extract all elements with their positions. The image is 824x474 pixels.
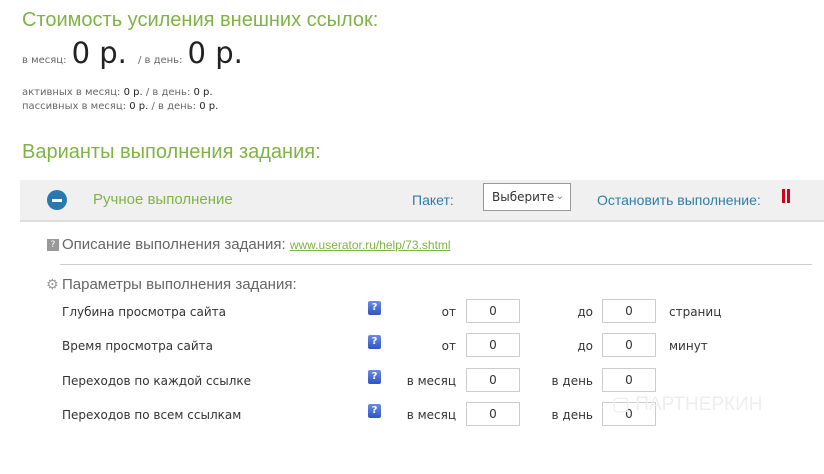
- param-label: Глубина просмотра сайта: [62, 305, 226, 319]
- from-label: в месяц: [406, 374, 456, 388]
- chevron-down-icon: ⌄: [555, 191, 564, 202]
- day-value: 0 р.: [187, 36, 243, 70]
- param-label: Время просмотра сайта: [62, 339, 213, 353]
- from-input[interactable]: 0: [466, 368, 520, 392]
- unit-label: минут: [669, 339, 708, 353]
- month-label: в месяц:: [22, 55, 67, 66]
- help-link[interactable]: www.userator.ru/help/73.shtml: [290, 238, 451, 252]
- from-label: в месяц: [406, 408, 456, 422]
- from-label: от: [441, 305, 456, 319]
- cost-title: Стоимость усиления внешних ссылок:: [22, 9, 379, 31]
- description-label: Описание выполнения задания: www.userato…: [62, 236, 451, 253]
- to-label: в день: [551, 408, 593, 422]
- param-label: Переходов по всем ссылкам: [62, 408, 242, 422]
- active-cost: активных в месяц: 0 р. / в день: 0 р.: [22, 87, 213, 98]
- gear-icon: ⚙: [46, 277, 59, 293]
- collapse-icon[interactable]: [47, 190, 67, 210]
- month-value: 0 р.: [71, 36, 127, 70]
- from-input[interactable]: 0: [466, 333, 520, 357]
- passive-cost: пассивных в месяц: 0 р. / в день: 0 р.: [22, 101, 219, 112]
- package-label: Пакет:: [412, 192, 454, 208]
- pause-icon[interactable]: [782, 189, 791, 203]
- to-input[interactable]: 0: [602, 299, 656, 323]
- help-icon: ?: [47, 239, 59, 251]
- divider: [60, 264, 812, 265]
- watermark-logo: ▢ ПАРТНЕРКИН: [612, 394, 763, 415]
- stop-label: Остановить выполнение:: [597, 192, 761, 208]
- to-label: в день: [551, 374, 593, 388]
- to-input[interactable]: 0: [602, 333, 656, 357]
- variants-title: Варианты выполнения задания:: [22, 141, 321, 163]
- to-input[interactable]: 0: [602, 368, 656, 392]
- to-label: до: [577, 339, 593, 353]
- mode-label: Ручное выполнение: [93, 191, 233, 208]
- day-label: / в день:: [137, 55, 183, 66]
- package-select[interactable]: Выберите ⌄: [483, 183, 571, 211]
- from-input[interactable]: 0: [466, 402, 520, 426]
- params-title: Параметры выполнения задания:: [62, 276, 297, 293]
- from-input[interactable]: 0: [466, 299, 520, 323]
- from-label: от: [441, 339, 456, 353]
- to-label: до: [577, 305, 593, 319]
- unit-label: страниц: [669, 305, 722, 319]
- param-label: Переходов по каждой ссылке: [62, 374, 252, 388]
